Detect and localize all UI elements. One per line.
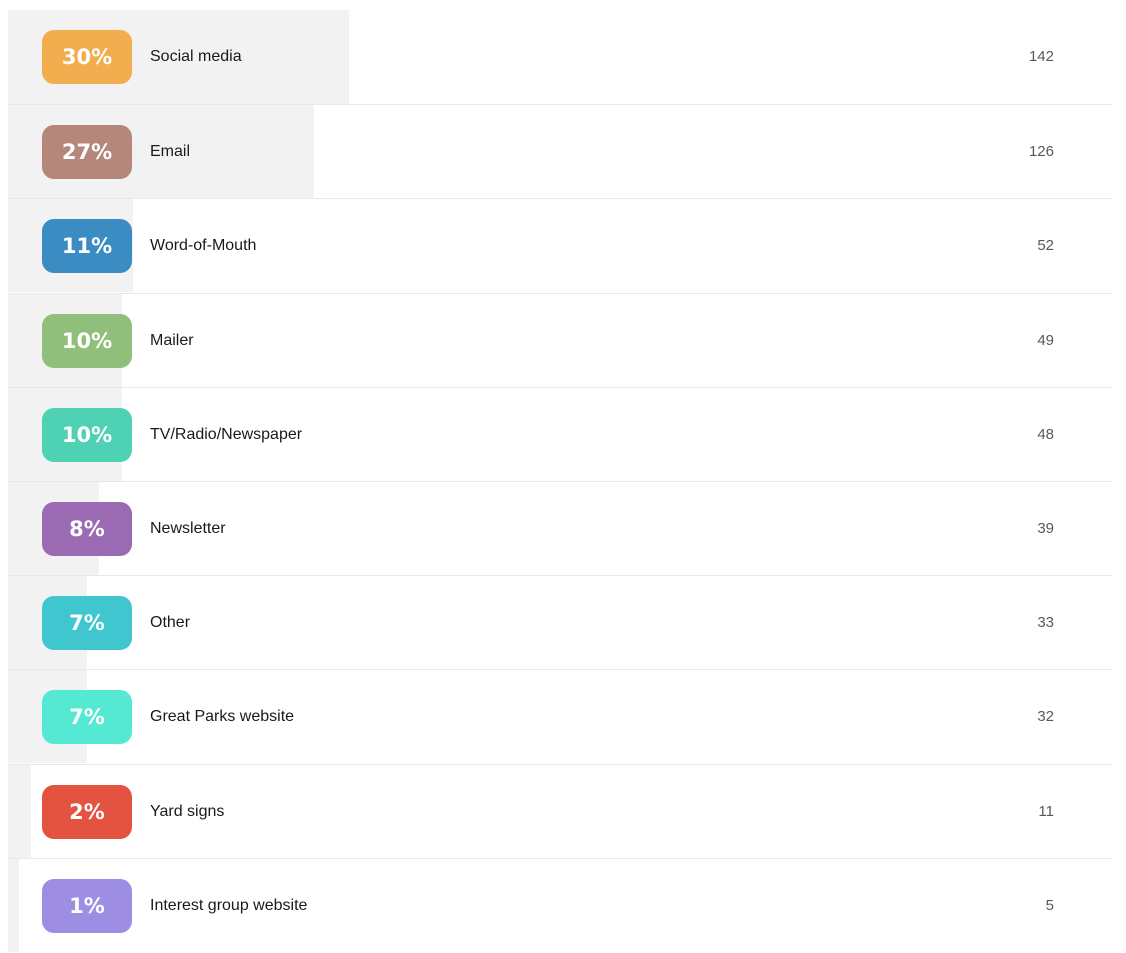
chart-row: 8% Newsletter 39: [8, 481, 1112, 575]
percent-badge: 8%: [42, 502, 132, 556]
count-label: 32: [1037, 708, 1054, 725]
count-label: 39: [1037, 520, 1054, 537]
count-label: 142: [1028, 48, 1054, 65]
count-label: 11: [1038, 803, 1054, 820]
category-label: Email: [150, 143, 191, 160]
category-label: Other: [150, 614, 191, 631]
count-label: 5: [1045, 897, 1054, 914]
chart-row: 30% Social media 142: [8, 10, 1112, 104]
category-label: TV/Radio/Newspaper: [150, 426, 303, 443]
count-label: 48: [1037, 426, 1054, 443]
category-label: Interest group website: [150, 897, 308, 914]
percent-badge: 10%: [42, 408, 132, 462]
count-label: 126: [1028, 143, 1054, 160]
percent-badge: 10%: [42, 314, 132, 368]
response-bar-chart: 30% Social media 142 27% Email 126 11% Word-of-…: [8, 10, 1112, 952]
percent-badge: 7%: [42, 690, 132, 744]
category-label: Great Parks website: [150, 708, 295, 725]
percent-badge: 30%: [42, 30, 132, 84]
count-label: 33: [1037, 614, 1054, 631]
chart-bar: [8, 765, 31, 858]
count-label: 49: [1037, 332, 1054, 349]
chart-row: 7% Other 33: [8, 575, 1112, 669]
percent-badge: 7%: [42, 596, 132, 650]
category-label: Newsletter: [150, 520, 226, 537]
count-label: 52: [1037, 237, 1054, 254]
percent-badge: 1%: [42, 879, 132, 933]
percent-badge: 11%: [42, 219, 132, 273]
chart-row: 7% Great Parks website 32: [8, 669, 1112, 763]
chart-row: 1% Interest group website 5: [8, 858, 1112, 952]
percent-badge: 27%: [42, 125, 132, 179]
category-label: Word-of-Mouth: [150, 237, 257, 254]
chart-row: 10% TV/Radio/Newspaper 48: [8, 387, 1112, 481]
percent-badge: 2%: [42, 785, 132, 839]
category-label: Mailer: [150, 332, 194, 349]
chart-row: 10% Mailer 49: [8, 293, 1112, 387]
chart-row: 2% Yard signs 11: [8, 764, 1112, 858]
chart-bar: [8, 859, 19, 952]
category-label: Social media: [150, 48, 242, 65]
chart-row: 27% Email 126: [8, 104, 1112, 198]
chart-row: 11% Word-of-Mouth 52: [8, 198, 1112, 292]
category-label: Yard signs: [150, 803, 225, 820]
